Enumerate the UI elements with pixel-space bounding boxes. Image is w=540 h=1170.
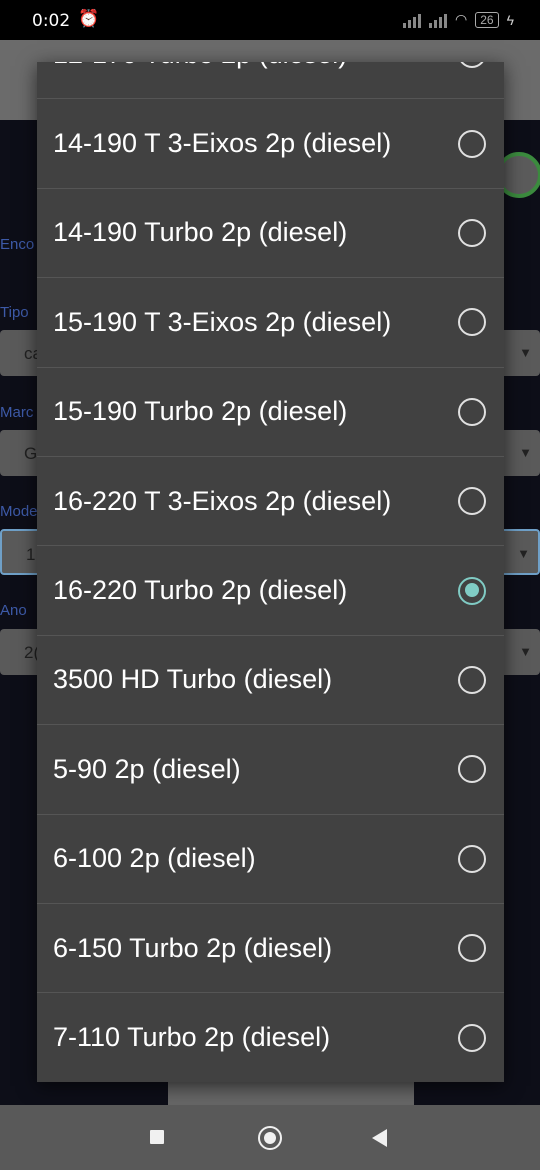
radio-unselected-icon[interactable] bbox=[458, 755, 486, 784]
radio-selected-icon[interactable] bbox=[458, 576, 486, 605]
alarm-icon: ⏰ bbox=[78, 9, 100, 28]
option-item[interactable]: 6-100 2p (diesel) bbox=[37, 815, 504, 904]
option-label: 16-220 Turbo 2p (diesel) bbox=[53, 575, 348, 606]
option-item[interactable]: 15-190 Turbo 2p (diesel) bbox=[37, 368, 504, 457]
option-item[interactable]: 6-150 Turbo 2p (diesel) bbox=[37, 904, 504, 994]
radio-unselected-icon[interactable] bbox=[458, 129, 486, 158]
home-icon[interactable] bbox=[258, 1126, 282, 1150]
back-icon[interactable] bbox=[372, 1129, 387, 1147]
radio-unselected-icon[interactable] bbox=[458, 487, 486, 516]
option-item[interactable]: 3500 HD Turbo (diesel) bbox=[37, 636, 504, 726]
radio-unselected-icon[interactable] bbox=[458, 62, 486, 69]
charging-icon: ϟ bbox=[506, 11, 514, 28]
option-label: 14-190 Turbo 2p (diesel) bbox=[53, 217, 348, 248]
option-label: 5-90 2p (diesel) bbox=[53, 753, 241, 784]
option-item[interactable]: 16-220 T 3-Eixos 2p (diesel) bbox=[37, 457, 504, 547]
option-label: 16-220 T 3-Eixos 2p (diesel) bbox=[53, 485, 392, 516]
battery-icon: 26 bbox=[475, 11, 499, 28]
option-label: 6-100 2p (diesel) bbox=[53, 843, 256, 874]
option-item[interactable]: 7-110 Turbo 2p (diesel) bbox=[37, 993, 504, 1082]
option-label: 15-190 T 3-Eixos 2p (diesel) bbox=[53, 306, 392, 337]
status-bar: 0:02 ⏰ ◠ 26 ϟ bbox=[0, 0, 540, 40]
radio-unselected-icon[interactable] bbox=[458, 1023, 486, 1052]
option-item[interactable]: 12-170 Turbo 2p (diesel) bbox=[37, 62, 504, 100]
option-list: 12-170 Turbo 2p (diesel) 14-190 T 3-Eixos… bbox=[37, 62, 504, 1082]
option-label: 14-190 T 3-Eixos 2p (diesel) bbox=[53, 128, 392, 159]
navigation-bar bbox=[0, 1105, 540, 1170]
radio-unselected-icon[interactable] bbox=[458, 308, 486, 337]
signal-icon-2 bbox=[429, 12, 447, 28]
option-item[interactable]: 16-220 Turbo 2p (diesel) bbox=[37, 546, 504, 636]
option-label: 3500 HD Turbo (diesel) bbox=[53, 664, 333, 695]
signal-icon bbox=[403, 12, 421, 28]
option-label: 12-170 Turbo 2p (diesel) bbox=[53, 62, 347, 70]
option-label: 6-150 Turbo 2p (diesel) bbox=[53, 932, 333, 963]
status-time: 0:02 bbox=[32, 11, 71, 31]
radio-unselected-icon[interactable] bbox=[458, 665, 486, 694]
radio-unselected-icon[interactable] bbox=[458, 218, 486, 247]
option-label: 7-110 Turbo 2p (diesel) bbox=[53, 1022, 331, 1053]
status-icons: ◠ 26 ϟ bbox=[403, 11, 514, 28]
radio-unselected-icon[interactable] bbox=[458, 397, 486, 426]
option-item[interactable]: 14-190 T 3-Eixos 2p (diesel) bbox=[37, 99, 504, 189]
option-item[interactable]: 14-190 Turbo 2p (diesel) bbox=[37, 189, 504, 279]
radio-unselected-icon[interactable] bbox=[458, 844, 486, 873]
option-item[interactable]: 5-90 2p (diesel) bbox=[37, 725, 504, 815]
option-label: 15-190 Turbo 2p (diesel) bbox=[53, 396, 348, 427]
wifi-icon: ◠ bbox=[455, 11, 468, 27]
recents-icon[interactable] bbox=[150, 1130, 164, 1144]
model-picker-dialog: 12-170 Turbo 2p (diesel) 14-190 T 3-Eixos… bbox=[37, 62, 504, 1082]
radio-unselected-icon[interactable] bbox=[458, 934, 486, 963]
option-item[interactable]: 15-190 T 3-Eixos 2p (diesel) bbox=[37, 278, 504, 368]
